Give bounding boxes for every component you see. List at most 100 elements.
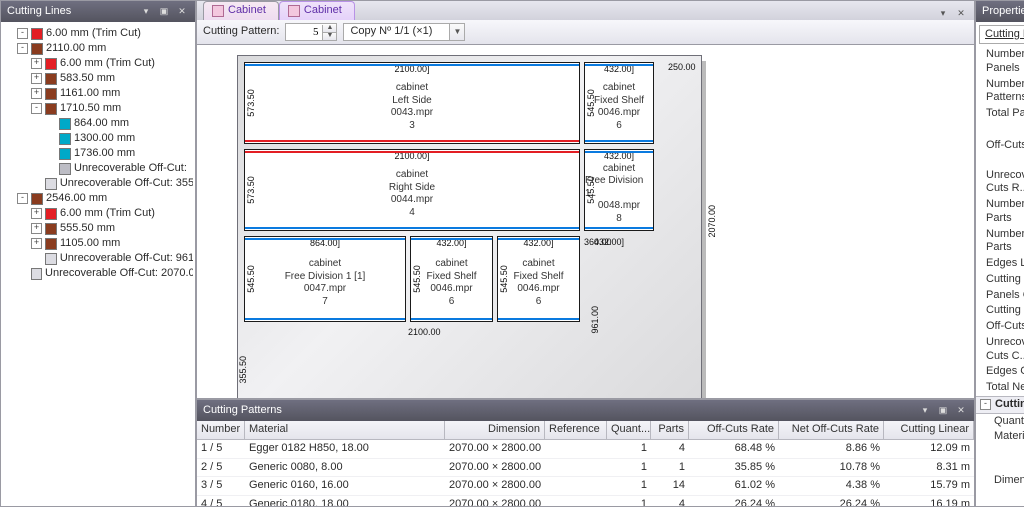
tree-node[interactable]: Unrecoverable Off-Cut: 961 bbox=[3, 251, 193, 266]
panel-menu-icon[interactable]: ▾ bbox=[918, 405, 932, 417]
tree-node[interactable]: -6.00 mm (Trim Cut) bbox=[3, 26, 193, 41]
panel-part[interactable]: 432.00]545.50cabinetFree Division 1..004… bbox=[584, 149, 654, 231]
grid-cell[interactable]: 2 / 5 bbox=[197, 459, 245, 478]
grid-cell[interactable]: 1 bbox=[607, 459, 651, 478]
tree-node[interactable]: Unrecoverable Off-Cut: 2070.00 bbox=[3, 266, 193, 281]
tree-node[interactable]: +6.00 mm (Trim Cut) bbox=[3, 206, 193, 221]
tree-node[interactable]: 1300.00 mm bbox=[3, 131, 193, 146]
tree-expander[interactable]: - bbox=[17, 43, 28, 54]
grid-cell[interactable]: Generic 0160, 16.00 bbox=[245, 477, 445, 496]
column-header[interactable]: Material bbox=[245, 421, 445, 440]
grid-cell[interactable]: 1 bbox=[607, 477, 651, 496]
tree-expander[interactable]: + bbox=[31, 208, 42, 219]
column-header[interactable]: Number bbox=[197, 421, 245, 440]
column-header[interactable]: Net Off-Cuts Rate bbox=[779, 421, 884, 440]
tab-cabinet-2[interactable]: Cabinet bbox=[279, 1, 355, 20]
pattern-input[interactable] bbox=[286, 26, 322, 38]
pin-icon[interactable]: ▣ bbox=[936, 405, 950, 417]
patterns-grid[interactable]: NumberMaterialDimensionReferenceQuant...… bbox=[197, 421, 974, 506]
chevron-down-icon[interactable]: ▼ bbox=[449, 24, 464, 40]
tree-expander[interactable]: + bbox=[31, 238, 42, 249]
column-header[interactable]: Quant... bbox=[607, 421, 651, 440]
tabs-menu-icon[interactable]: ▾ bbox=[936, 8, 950, 20]
properties-scope-combo[interactable]: Cutting Patterns "Cabinet" ▼ bbox=[979, 25, 1024, 44]
grid-cell[interactable]: 1 bbox=[607, 496, 651, 506]
grid-cell[interactable]: 1 bbox=[607, 440, 651, 459]
tree-node[interactable]: 864.00 mm bbox=[3, 116, 193, 131]
tree-node[interactable]: +1161.00 mm bbox=[3, 86, 193, 101]
grid-cell[interactable]: 14 bbox=[651, 477, 689, 496]
prop-group[interactable]: -Cutting Pattern Nº 5 bbox=[976, 396, 1024, 414]
pattern-spin[interactable]: ▲▼ bbox=[285, 23, 337, 41]
panel-part[interactable]: 432.00]545.50cabinetFixed Shelf0046.mpr6 bbox=[584, 62, 654, 144]
grid-cell[interactable]: 68.48 % bbox=[689, 440, 779, 459]
tree-expander[interactable]: + bbox=[31, 58, 42, 69]
tree-node[interactable]: +583.50 mm bbox=[3, 71, 193, 86]
tree-expander[interactable]: - bbox=[17, 193, 28, 204]
grid-cell[interactable]: 35.85 % bbox=[689, 459, 779, 478]
tree-node[interactable]: 1736.00 mm bbox=[3, 146, 193, 161]
grid-cell[interactable]: 4.38 % bbox=[779, 477, 884, 496]
cutting-lines-header[interactable]: Cutting Lines ▾ ▣ ✕ bbox=[1, 1, 195, 22]
grid-cell[interactable]: 4 bbox=[651, 440, 689, 459]
tree-node[interactable]: -2110.00 mm bbox=[3, 41, 193, 56]
grid-cell[interactable]: 3 / 5 bbox=[197, 477, 245, 496]
copy-combo[interactable]: Copy Nº 1/1 (×1) ▼ bbox=[343, 23, 465, 41]
grid-cell[interactable]: 2070.00 × 2800.00 bbox=[445, 440, 545, 459]
tree-node[interactable]: Unrecoverable Off-Cut: bbox=[3, 161, 193, 176]
grid-cell[interactable]: 4 bbox=[651, 496, 689, 506]
grid-cell[interactable]: 1 / 5 bbox=[197, 440, 245, 459]
grid-cell[interactable]: Generic 0180, 18.00 bbox=[245, 496, 445, 506]
grid-cell[interactable] bbox=[545, 440, 607, 459]
grid-cell[interactable]: 8.31 m bbox=[884, 459, 974, 478]
column-header[interactable]: Dimension bbox=[445, 421, 545, 440]
grid-cell[interactable]: 2070.00 × 2800.00 bbox=[445, 496, 545, 506]
grid-cell[interactable]: Generic 0080, 8.00 bbox=[245, 459, 445, 478]
tab-cabinet-1[interactable]: Cabinet bbox=[203, 1, 279, 20]
tabs-close-icon[interactable]: ✕ bbox=[954, 8, 968, 20]
close-icon[interactable]: ✕ bbox=[175, 6, 189, 18]
group-expander[interactable]: - bbox=[980, 399, 991, 410]
column-header[interactable]: Off-Cuts Rate bbox=[689, 421, 779, 440]
pin-icon[interactable]: ▣ bbox=[157, 6, 171, 18]
spin-down-icon[interactable]: ▼ bbox=[323, 33, 336, 40]
grid-cell[interactable]: 12.09 m bbox=[884, 440, 974, 459]
grid-cell[interactable]: 26.24 % bbox=[689, 496, 779, 506]
panel-part[interactable]: 432.00]545.50cabinetFixed Shelf0046.mpr6 bbox=[410, 236, 493, 322]
grid-cell[interactable]: 15.79 m bbox=[884, 477, 974, 496]
tree-node[interactable]: -2546.00 mm bbox=[3, 191, 193, 206]
column-header[interactable]: Parts bbox=[651, 421, 689, 440]
tree-expander[interactable]: + bbox=[31, 223, 42, 234]
grid-cell[interactable] bbox=[545, 496, 607, 506]
grid-cell[interactable]: 2070.00 × 2800.00 bbox=[445, 477, 545, 496]
grid-cell[interactable]: 2070.00 × 2800.00 bbox=[445, 459, 545, 478]
diagram-canvas[interactable]: 2100.00]573.50cabinetLeft Side0043.mpr32… bbox=[196, 45, 975, 399]
tree-expander[interactable]: - bbox=[17, 28, 28, 39]
panel-part[interactable]: 432.00]545.50cabinetFixed Shelf0046.mpr6 bbox=[497, 236, 580, 322]
cutting-patterns-header[interactable]: Cutting Patterns ▾ ▣ ✕ bbox=[197, 400, 974, 421]
panel-menu-icon[interactable]: ▾ bbox=[139, 6, 153, 18]
column-header[interactable]: Reference bbox=[545, 421, 607, 440]
tree-node[interactable]: +6.00 mm (Trim Cut) bbox=[3, 56, 193, 71]
grid-cell[interactable]: 26.24 % bbox=[779, 496, 884, 506]
close-icon[interactable]: ✕ bbox=[954, 405, 968, 417]
tree-expander[interactable]: + bbox=[31, 88, 42, 99]
tree-expander[interactable]: - bbox=[31, 103, 42, 114]
grid-cell[interactable]: 10.78 % bbox=[779, 459, 884, 478]
grid-cell[interactable]: 61.02 % bbox=[689, 477, 779, 496]
tree-node[interactable]: +1105.00 mm bbox=[3, 236, 193, 251]
panel-part[interactable]: 864.00]545.50cabinetFree Division 1 [1]0… bbox=[244, 236, 406, 322]
tree-node[interactable]: Unrecoverable Off-Cut: 355 bbox=[3, 176, 193, 191]
properties-header[interactable]: Properties ▾ ▣ ✕ bbox=[976, 1, 1024, 22]
panel-part[interactable]: 2100.00]573.50cabinetRight Side0044.mpr4 bbox=[244, 149, 580, 231]
grid-cell[interactable]: 1 bbox=[651, 459, 689, 478]
grid-cell[interactable]: Egger 0182 H850, 18.00 bbox=[245, 440, 445, 459]
tree-node[interactable]: +555.50 mm bbox=[3, 221, 193, 236]
cutting-lines-tree[interactable]: -6.00 mm (Trim Cut)-2110.00 mm+6.00 mm (… bbox=[1, 22, 195, 289]
tree-expander[interactable]: + bbox=[31, 73, 42, 84]
grid-cell[interactable]: 8.86 % bbox=[779, 440, 884, 459]
tree-node[interactable]: -1710.50 mm bbox=[3, 101, 193, 116]
grid-cell[interactable] bbox=[545, 459, 607, 478]
panel-part[interactable]: 2100.00]573.50cabinetLeft Side0043.mpr3 bbox=[244, 62, 580, 144]
grid-cell[interactable]: 16.19 m bbox=[884, 496, 974, 506]
